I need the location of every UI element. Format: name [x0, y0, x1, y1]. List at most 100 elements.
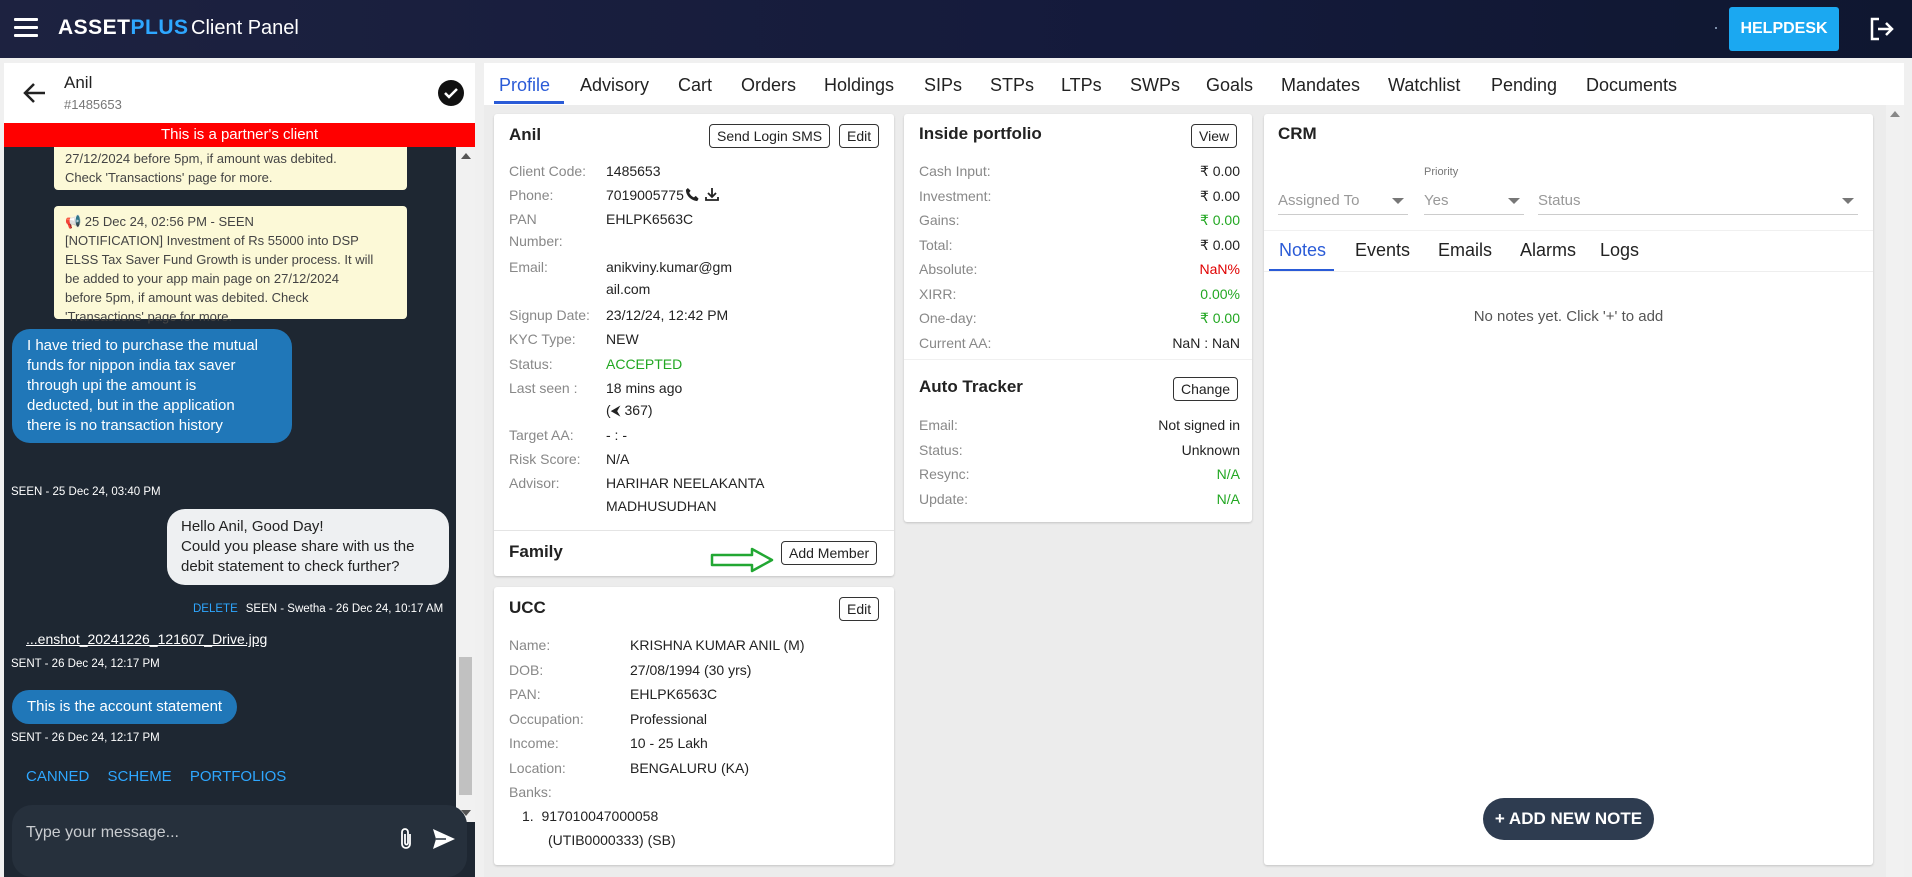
add-member-button[interactable]: Add Member [781, 541, 878, 565]
status-text: Status [1538, 192, 1581, 209]
tab-stps[interactable]: STPs [990, 75, 1034, 96]
tab-swps[interactable]: SWPs [1130, 75, 1180, 96]
add-new-note-button[interactable]: + ADD NEW NOTE [1483, 798, 1654, 840]
tab-documents[interactable]: Documents [1586, 75, 1677, 96]
tab-bar: Profile Advisory Cart Orders Holdings SI… [484, 63, 1904, 105]
scroll-up-icon[interactable] [1890, 111, 1900, 117]
tab-mandates[interactable]: Mandates [1281, 75, 1360, 96]
send-login-sms-button[interactable]: Send Login SMS [709, 124, 831, 148]
brand-logo: ASSETPLUS [58, 16, 189, 39]
target-aa-label: Target AA: [509, 427, 574, 443]
message-composer [12, 805, 467, 877]
hamburger-menu-icon[interactable] [14, 18, 38, 38]
crm-tab-events[interactable]: Events [1355, 240, 1410, 261]
pan-label-cont: Number: [509, 233, 563, 249]
main-scrollbar[interactable] [1886, 105, 1904, 877]
message-input[interactable] [26, 819, 386, 847]
attach-icon[interactable] [397, 827, 415, 851]
portfolio-label: One-day: [919, 310, 977, 326]
scrollbar-thumb[interactable] [459, 657, 472, 795]
crm-tab-notes[interactable]: Notes [1279, 240, 1326, 261]
tab-advisory[interactable]: Advisory [580, 75, 649, 96]
scroll-up-icon[interactable] [461, 153, 471, 159]
banks-label: Banks: [509, 784, 552, 800]
advisor-value: HARIHAR NEELAKANTA [606, 475, 765, 491]
priority-select[interactable]: Yes [1424, 189, 1524, 215]
tab-profile[interactable]: Profile [499, 75, 550, 96]
crm-tab-logs[interactable]: Logs [1600, 240, 1639, 261]
attachment-link[interactable]: ...enshot_20241226_121607_Drive.jpg [26, 631, 267, 647]
client-code-value: 1485653 [606, 163, 661, 179]
portfolio-title: Inside portfolio [919, 124, 1042, 143]
message-text: funds for nippon india tax saver [27, 357, 236, 374]
notification-text: be added to your app main page on 27/12/… [65, 271, 339, 286]
divider [494, 530, 894, 531]
chat-header: Anil #1485653 [4, 63, 475, 123]
ucc-pan-value: EHLPK6563C [630, 686, 718, 702]
assigned-to-text: Assigned To [1278, 192, 1360, 209]
helpdesk-button[interactable]: HELPDESK [1729, 7, 1839, 51]
target-aa-value: - : - [606, 427, 627, 443]
signup-label: Signup Date: [509, 307, 590, 323]
location-label: Location: [509, 760, 566, 776]
tracker-value: Not signed in [1158, 417, 1240, 433]
crm-tab-alarms[interactable]: Alarms [1520, 240, 1576, 261]
tracker-value: N/A [1216, 466, 1240, 482]
signup-value: 23/12/24, 12:42 PM [606, 307, 729, 323]
assigned-to-select[interactable]: Assigned To [1278, 189, 1408, 215]
tab-pending[interactable]: Pending [1491, 75, 1557, 96]
income-value: 10 - 25 Lakh [630, 735, 708, 751]
green-arrow-icon [710, 547, 774, 573]
client-name: Anil [64, 73, 93, 92]
tab-goals[interactable]: Goals [1206, 75, 1253, 96]
tab-orders[interactable]: Orders [741, 75, 796, 96]
crm-title: CRM [1278, 124, 1317, 143]
logout-icon[interactable] [1868, 16, 1894, 42]
message-meta: SEEN - 25 Dec 24, 03:40 PM [11, 486, 161, 498]
kyc-value: NEW [606, 331, 639, 347]
portfolio-value: 0.00% [1200, 285, 1240, 302]
message-text: there is no transaction history [27, 417, 223, 434]
chat-scrollbar[interactable] [456, 147, 475, 822]
change-tracker-button[interactable]: Change [1173, 377, 1239, 401]
notification-text: 27/12/2024 before 5pm, if amount was deb… [65, 151, 337, 166]
message-meta: SENT - 26 Dec 24, 12:17 PM [11, 732, 160, 744]
edit-profile-button[interactable]: Edit [839, 124, 880, 148]
tab-watchlist[interactable]: Watchlist [1388, 75, 1460, 96]
tab-sips[interactable]: SIPs [924, 75, 962, 96]
dob-value: 27/08/1994 (30 yrs) [630, 662, 752, 678]
dob-label: DOB: [509, 662, 544, 678]
download-icon[interactable] [704, 186, 720, 202]
portfolios-link[interactable]: PORTFOLIOS [190, 768, 286, 785]
tracker-label: Email: [919, 417, 958, 433]
statement-message-bubble: This is the account statement [12, 690, 238, 724]
edit-ucc-button[interactable]: Edit [839, 597, 880, 621]
send-icon[interactable] [431, 827, 457, 851]
profile-card: Anil Send Login SMS Edit Client Code: 14… [494, 114, 894, 576]
view-portfolio-button[interactable]: View [1191, 124, 1238, 148]
phone-icon[interactable] [685, 187, 700, 202]
tracker-value: Unknown [1181, 441, 1240, 458]
tab-cart[interactable]: Cart [678, 75, 712, 96]
delete-message-link[interactable]: DELETE [193, 603, 238, 615]
message-text: through upi the amount is [27, 377, 197, 394]
message-meta: DELETE SEEN - Swetha - 26 Dec 24, 10:17 A… [193, 603, 443, 615]
portfolio-label: Current AA: [919, 334, 992, 351]
tab-holdings[interactable]: Holdings [824, 75, 894, 96]
portfolio-value: NaN% [1199, 261, 1240, 277]
portfolio-card: Inside portfolio View Cash Input: ₹ 0.00 I… [904, 114, 1252, 522]
profile-name: Anil [509, 125, 542, 144]
panel-title: Client Panel [191, 17, 299, 39]
check-circle-icon[interactable] [438, 80, 464, 106]
back-arrow-icon[interactable] [22, 80, 48, 106]
status-select[interactable]: Status [1538, 189, 1858, 215]
priority-value: Yes [1424, 192, 1449, 209]
tab-ltps[interactable]: LTPs [1061, 75, 1102, 96]
portfolio-value: ₹ 0.00 [1199, 163, 1240, 179]
crm-tab-emails[interactable]: Emails [1438, 240, 1492, 261]
bank-account-value: 1. 917010047000058 [522, 808, 659, 824]
tracker-label: Resync: [919, 466, 970, 482]
notification-text: Check 'Transactions' page for more. [65, 170, 273, 185]
canned-link[interactable]: CANNED [26, 768, 89, 785]
scheme-link[interactable]: SCHEME [108, 768, 172, 785]
